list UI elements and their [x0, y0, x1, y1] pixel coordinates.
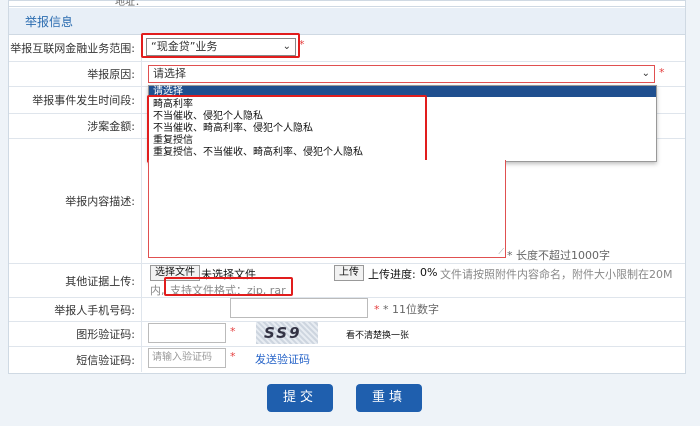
required-marker: * — [230, 325, 236, 338]
upload-note: 文件请按照附件内容命名，附件大小限制在20M — [440, 268, 673, 281]
page-background: 地址： 举报信息 举报互联网金融业务范围: 举报原因: 举报事件发生时间段: 涉… — [0, 0, 700, 426]
phone-input[interactable] — [230, 298, 368, 318]
address-label: 地址： — [115, 0, 145, 8]
scope-row: 举报互联网金融业务范围: — [9, 35, 685, 62]
phone-hint: * * 11位数字 — [374, 303, 439, 316]
required-marker: * — [659, 66, 665, 79]
section-title: 举报信息 — [25, 15, 74, 29]
section-header: 举报信息 — [9, 8, 685, 35]
reset-button[interactable]: 重填 — [356, 384, 422, 412]
send-sms-link[interactable]: 发送验证码 — [255, 351, 310, 367]
captcha-input[interactable] — [148, 323, 226, 343]
captcha-label: 图形验证码: — [9, 322, 142, 346]
highlight-box-options — [147, 95, 427, 163]
sms-label: 短信验证码: — [9, 347, 142, 372]
resize-handle-icon[interactable]: ⟋ — [498, 247, 504, 257]
description-hint: * 长度不超过1000字 — [507, 249, 610, 262]
upload-progress-value: 0% — [420, 266, 438, 279]
upload-label: 其他证据上传: — [9, 264, 142, 297]
captcha-refresh-link[interactable]: 看不清楚换一张 — [346, 328, 409, 341]
required-marker: * — [230, 350, 236, 363]
time-label: 举报事件发生时间段: — [9, 87, 142, 113]
highlight-box-scope — [141, 33, 300, 58]
description-label: 举报内容描述: — [9, 139, 142, 263]
sms-code-input[interactable]: 请输入验证码 — [148, 348, 226, 368]
chevron-down-icon: ⌄ — [641, 68, 650, 79]
highlight-box-format — [164, 277, 293, 296]
scope-label: 举报互联网金融业务范围: — [9, 35, 142, 61]
upload-progress-label: 上传进度: — [368, 268, 416, 281]
description-textarea[interactable]: ⟋ — [148, 160, 506, 258]
reason-select[interactable]: 请选择 ⌄ — [148, 65, 655, 83]
reason-select-value: 请选择 — [153, 67, 186, 80]
captcha-image[interactable]: SS9 — [256, 322, 318, 344]
upload-note-cont: 内, — [150, 284, 165, 297]
sms-row: 短信验证码: — [9, 347, 685, 372]
reason-label: 举报原因: — [9, 62, 142, 86]
upload-button[interactable]: 上传 — [334, 265, 364, 281]
submit-button[interactable]: 提交 — [267, 384, 333, 412]
amount-label: 涉案金额: — [9, 114, 142, 138]
address-row-remnant: 地址： — [9, 0, 685, 8]
phone-label: 举报人手机号码: — [9, 298, 142, 321]
